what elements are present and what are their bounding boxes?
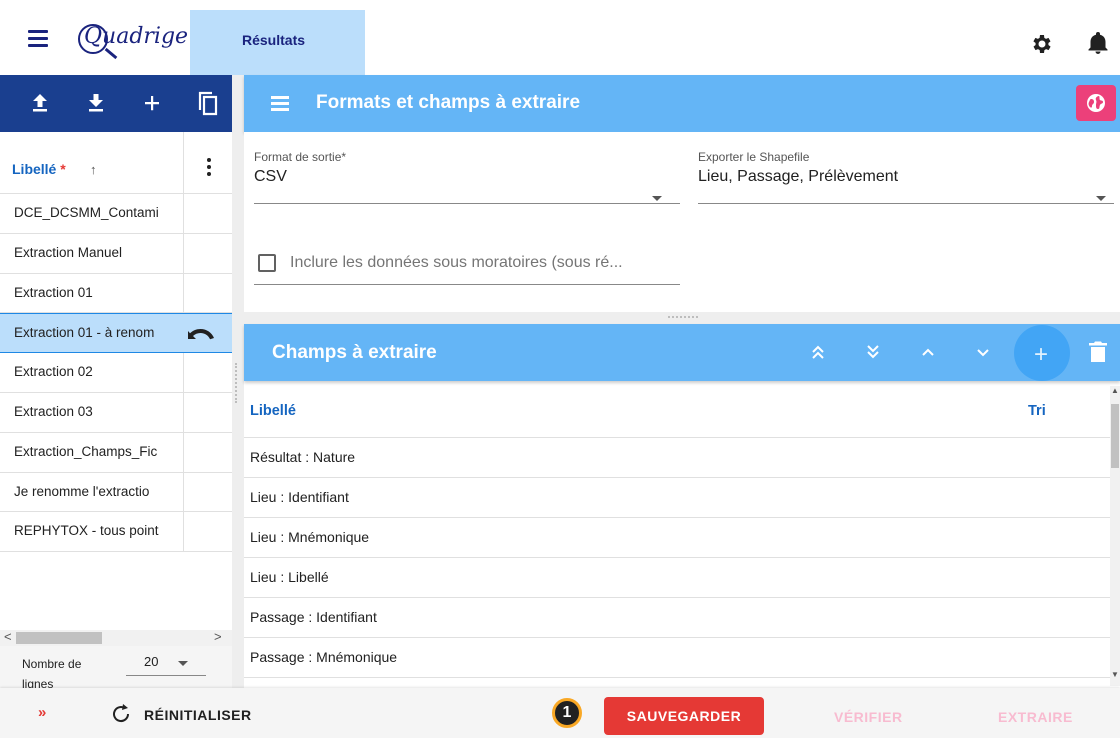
output-format-value: CSV	[254, 168, 287, 185]
refresh-icon	[113, 704, 130, 723]
table-row[interactable]: Lieu : Libellé	[244, 558, 1110, 598]
page-size-select[interactable]: 20	[126, 654, 206, 676]
verify-button[interactable]: VÉRIFIER	[834, 709, 903, 725]
chevron-down-icon	[1096, 196, 1106, 201]
shapefile-select[interactable]: Exporter le Shapefile Lieu, Passage, Pré…	[698, 150, 1114, 204]
move-last-icon[interactable]	[861, 340, 885, 364]
extraction-list-toolbar	[0, 75, 232, 132]
bottom-action-bar: » RÉINITIALISER 1 SAUVEGARDER VÉRIFIER E…	[0, 688, 1120, 738]
scrollbar-thumb[interactable]	[1111, 404, 1119, 468]
table-row[interactable]: Passage : Mnémonique	[244, 638, 1110, 678]
chevron-down-icon	[652, 196, 662, 201]
save-button[interactable]: SAUVEGARDER	[604, 697, 764, 735]
champs-table: Libellé Tri Résultat : Nature Lieu : Ide…	[244, 386, 1110, 686]
horizontal-splitter[interactable]	[244, 312, 1120, 324]
scroll-down-icon[interactable]: ▼	[1111, 670, 1119, 679]
column-header-tri[interactable]: Tri	[1028, 403, 1046, 419]
list-item-selected[interactable]: Extraction 01 - à renom	[0, 313, 232, 354]
scrollbar-thumb[interactable]	[16, 632, 102, 644]
formats-panel-header: Formats et champs à extraire	[244, 75, 1120, 132]
table-row[interactable]: Passage : Identifiant	[244, 598, 1110, 638]
scroll-right-icon[interactable]: >	[214, 629, 222, 644]
chevron-down-icon	[178, 661, 188, 666]
move-up-icon[interactable]	[916, 340, 940, 364]
list-item[interactable]: Extraction 03	[0, 393, 232, 433]
table-row[interactable]: Résultat : Nature	[244, 438, 1110, 478]
duplicate-icon[interactable]	[196, 89, 220, 117]
splitter-grip-icon	[235, 363, 239, 403]
list-item[interactable]: Extraction 01	[0, 274, 232, 314]
table-row[interactable]: Lieu : Mnémonique	[244, 518, 1110, 558]
extract-button[interactable]: EXTRAIRE	[998, 709, 1073, 725]
vertical-splitter[interactable]	[232, 75, 244, 688]
formats-panel-title: Formats et champs à extraire	[316, 92, 581, 113]
move-down-icon[interactable]	[971, 340, 995, 364]
list-column-header[interactable]: Libellé * ↑	[0, 132, 232, 194]
step-badge: 1	[552, 698, 582, 728]
list-item[interactable]: REPHYTOX - tous point	[0, 512, 232, 553]
extraction-list: DCE_DCSMM_Contami Extraction Manuel Extr…	[0, 194, 232, 553]
output-format-select[interactable]: Format de sortie* CSV	[254, 150, 680, 204]
moratoire-checkbox[interactable]	[258, 254, 276, 272]
sort-asc-icon[interactable]: ↑	[90, 162, 97, 177]
list-horizontal-scrollbar[interactable]: < >	[0, 629, 232, 646]
bell-icon[interactable]	[1087, 31, 1109, 55]
move-first-icon[interactable]	[806, 340, 830, 364]
table-vertical-scrollbar[interactable]: ▲ ▼	[1110, 386, 1120, 686]
list-item[interactable]: Extraction 02	[0, 353, 232, 393]
panel-menu-icon[interactable]	[271, 96, 291, 112]
add-icon[interactable]	[140, 89, 164, 117]
moratoire-checkbox-label[interactable]: Inclure les données sous moratoires (sou…	[290, 254, 623, 272]
plus-icon: +	[1034, 341, 1049, 368]
tab-resultats[interactable]: Résultats	[190, 10, 365, 75]
table-header: Libellé Tri	[244, 386, 1110, 438]
scroll-left-icon[interactable]: <	[4, 629, 12, 644]
champs-panel-title: Champs à extraire	[272, 342, 437, 363]
scroll-up-icon[interactable]: ▲	[1111, 386, 1119, 395]
formats-panel-body: Format de sortie* CSV Exporter le Shapef…	[244, 132, 1120, 312]
required-star: *	[60, 161, 66, 177]
list-item[interactable]: DCE_DCSMM_Contami	[0, 194, 232, 234]
reset-label: RÉINITIALISER	[144, 707, 252, 723]
list-item[interactable]: Extraction Manuel	[0, 234, 232, 274]
expand-panel-button[interactable]: »	[38, 704, 46, 721]
list-item[interactable]: Extraction_Champs_Fic	[0, 433, 232, 473]
column-header-libelle[interactable]: Libellé	[250, 403, 296, 419]
list-item[interactable]: Je renomme l'extractio	[0, 473, 232, 513]
column-options-icon[interactable]	[207, 158, 213, 178]
globe-icon	[1087, 94, 1105, 112]
gear-icon[interactable]	[1030, 32, 1054, 56]
top-bar: Quadrige Résultats	[0, 0, 1120, 75]
quadrige-logo[interactable]: Quadrige	[76, 14, 189, 64]
delete-icon[interactable]	[1089, 340, 1107, 364]
shapefile-value: Lieu, Passage, Prélèvement	[698, 168, 899, 185]
add-field-button[interactable]: +	[1014, 325, 1070, 381]
page-size-control: Nombre de lignes 20	[0, 646, 232, 688]
main-menu-icon[interactable]	[28, 30, 50, 48]
globe-button[interactable]	[1076, 85, 1116, 121]
undo-icon[interactable]	[188, 325, 214, 343]
upload-icon[interactable]	[28, 89, 52, 117]
logo-text: Quadrige	[84, 24, 189, 49]
output-format-label: Format de sortie*	[254, 150, 347, 164]
shapefile-label: Exporter le Shapefile	[698, 150, 810, 164]
page-size-label: Nombre de lignes	[22, 657, 82, 688]
table-row[interactable]: Lieu : Identifiant	[244, 478, 1110, 518]
column-label-libelle: Libellé	[12, 161, 57, 177]
champs-panel-header: Champs à extraire +	[244, 324, 1120, 381]
splitter-grip-icon	[668, 316, 698, 319]
download-icon[interactable]	[84, 89, 108, 117]
